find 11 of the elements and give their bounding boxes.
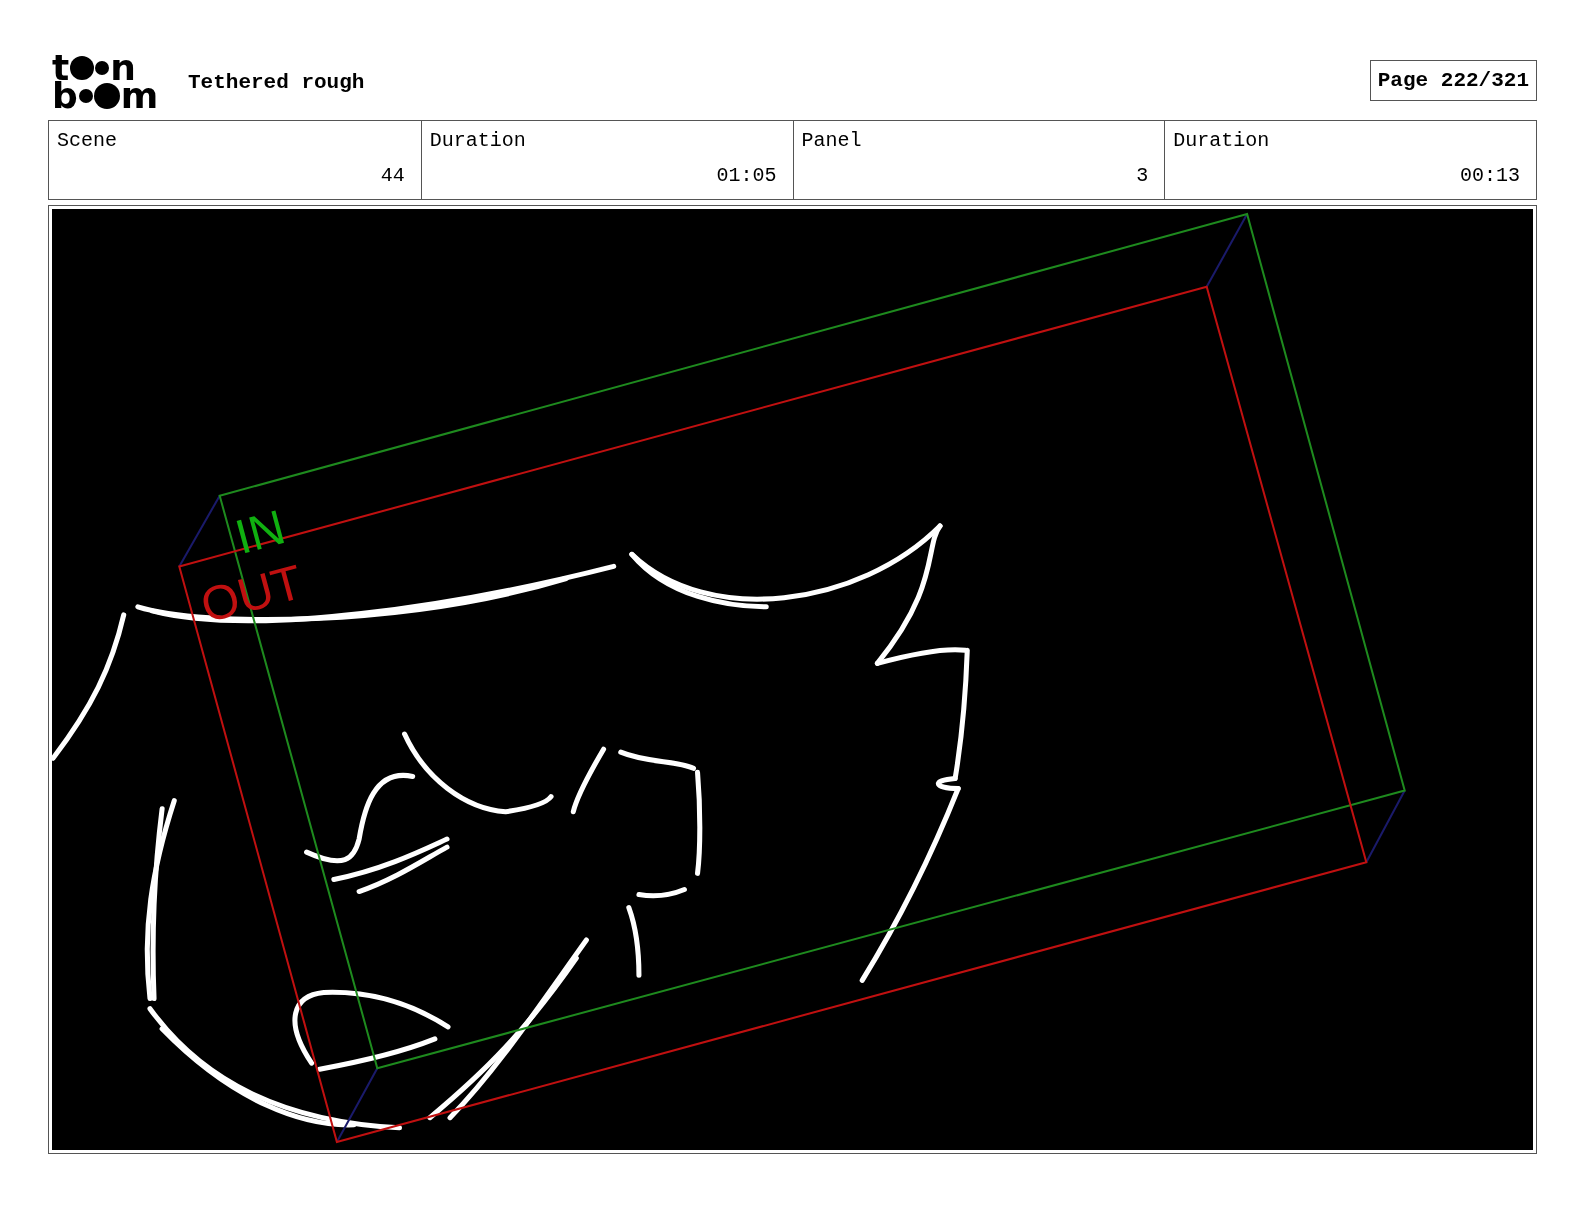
field-value: 3 xyxy=(1136,164,1149,187)
page-number: Page 222/321 xyxy=(1369,59,1537,101)
field-value: 01:05 xyxy=(716,164,777,187)
field-label: Scene xyxy=(57,129,117,152)
field-value: 44 xyxy=(380,164,405,187)
toon-boom-logo: t n b m xyxy=(52,54,160,110)
field-value: 00:13 xyxy=(1460,164,1520,187)
field-label: Duration xyxy=(1173,129,1270,152)
storyboard-title: Tethered rough xyxy=(188,70,365,94)
field-label: Panel xyxy=(801,129,862,152)
field-label: Duration xyxy=(429,129,526,152)
